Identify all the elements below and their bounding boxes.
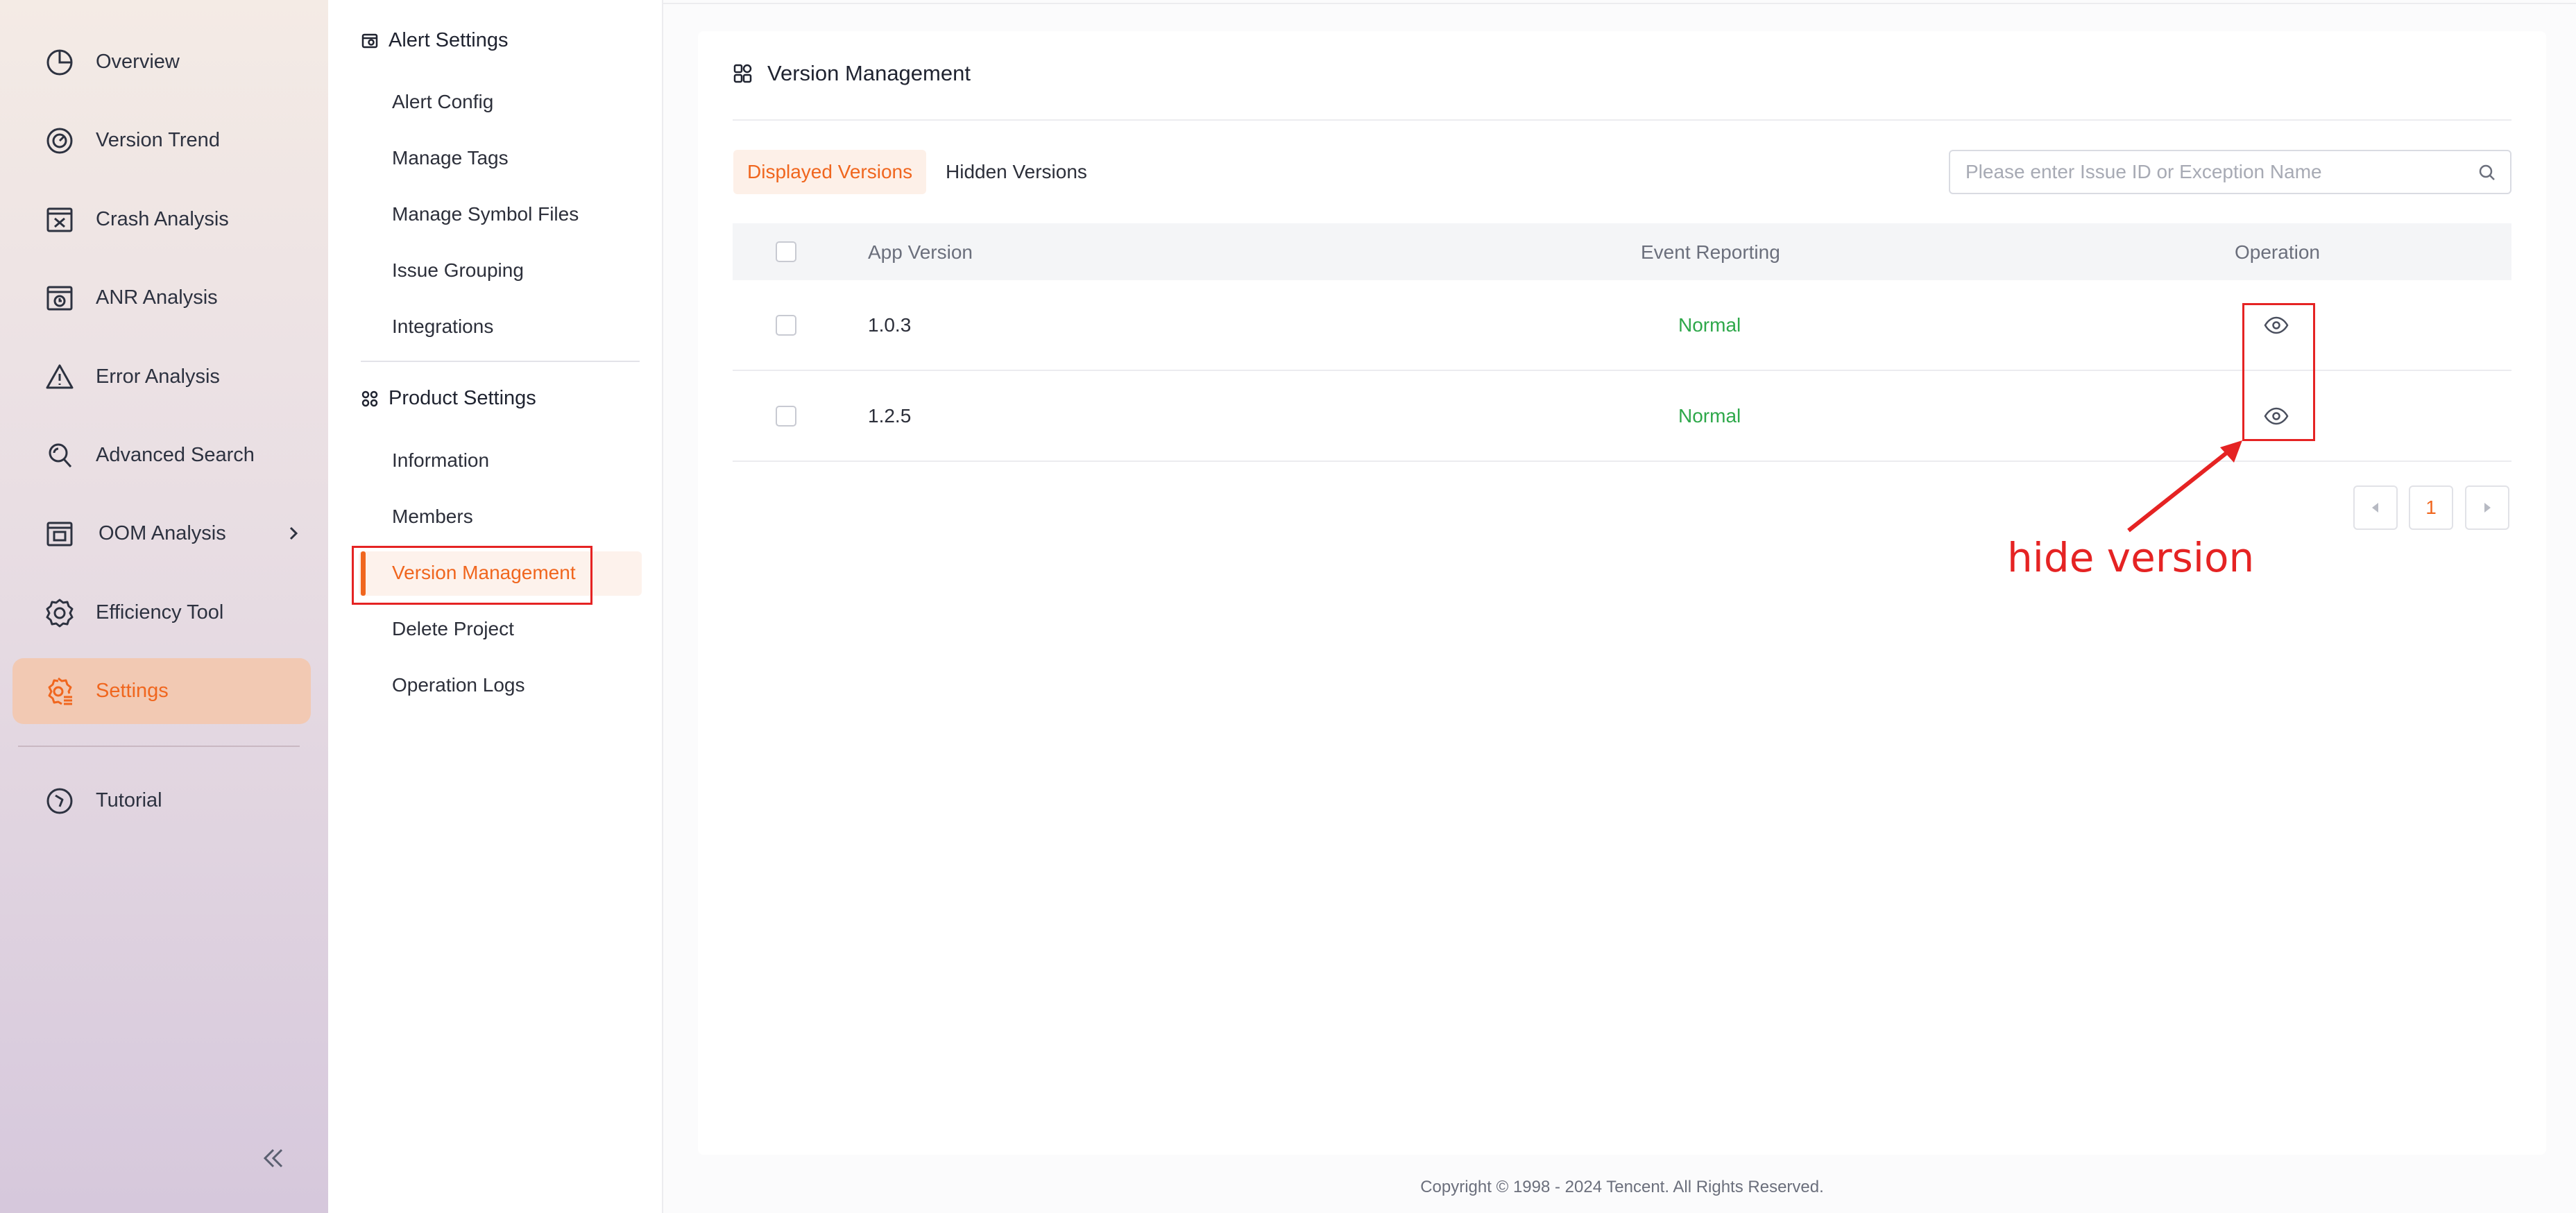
memory-window-icon xyxy=(43,517,76,551)
pagination-next-button[interactable] xyxy=(2465,485,2509,530)
pagination-prev-button[interactable] xyxy=(2353,485,2398,530)
submenu-section-title: Product Settings xyxy=(389,387,536,409)
annotation-label: hide version xyxy=(2007,534,2255,581)
column-header-app-version: App Version xyxy=(868,241,973,263)
product-settings-icon xyxy=(361,390,378,406)
submenu-item-manage-tags[interactable]: Manage Tags xyxy=(392,147,509,169)
settings-submenu xyxy=(328,0,663,1213)
caret-right-icon xyxy=(2484,503,2491,513)
caret-left-icon xyxy=(2372,503,2378,513)
nav-item-overview[interactable]: Overview xyxy=(12,29,311,95)
submenu-section-product: Product Settings xyxy=(361,387,536,410)
select-all-checkbox[interactable] xyxy=(776,241,796,262)
pagination-page-current[interactable]: 1 xyxy=(2409,485,2453,530)
crash-window-icon xyxy=(43,203,76,236)
status-badge: Normal xyxy=(1678,314,1741,336)
nav-item-label: Version Trend xyxy=(96,129,220,151)
nav-item-error-analysis[interactable]: Error Analysis xyxy=(12,344,311,410)
submenu-item-issue-grouping[interactable]: Issue Grouping xyxy=(392,259,524,282)
nav-item-version-trend[interactable]: Version Trend xyxy=(12,107,311,173)
submenu-item-information[interactable]: Information xyxy=(392,449,489,472)
app-version-cell: 1.2.5 xyxy=(868,405,912,427)
title-divider xyxy=(733,119,2511,121)
anr-window-icon xyxy=(43,282,76,315)
nav-item-label: Crash Analysis xyxy=(96,208,229,230)
nav-item-label: Error Analysis xyxy=(96,365,220,388)
nav-divider xyxy=(18,746,300,747)
search-magnifier-icon xyxy=(43,439,76,472)
submenu-item-alert-config[interactable]: Alert Config xyxy=(392,91,493,113)
content-card xyxy=(698,31,2546,1155)
tab-displayed-versions[interactable]: Displayed Versions xyxy=(733,150,927,194)
gauge-icon xyxy=(43,124,76,157)
table-header: App Version Event Reporting Operation xyxy=(733,223,2511,280)
settings-gear-icon xyxy=(43,675,76,708)
nav-item-label: Settings xyxy=(96,680,169,702)
submenu-item-integrations[interactable]: Integrations xyxy=(392,316,493,338)
nav-item-label: OOM Analysis xyxy=(99,522,226,544)
submenu-section-title: Alert Settings xyxy=(389,29,509,51)
gear-icon xyxy=(43,596,76,630)
search-box xyxy=(1949,150,2511,194)
nav-item-advanced-search[interactable]: Advanced Search xyxy=(12,422,311,488)
nav-item-anr-analysis[interactable]: ANR Analysis xyxy=(12,265,311,331)
search-icon[interactable] xyxy=(2477,162,2498,183)
nav-item-settings[interactable]: Settings xyxy=(12,658,311,724)
app-version-cell: 1.0.3 xyxy=(868,314,912,336)
submenu-section-alert: Alert Settings xyxy=(361,29,508,52)
version-management-icon xyxy=(733,64,752,83)
nav-item-efficiency-tool[interactable]: Efficiency Tool xyxy=(12,580,311,646)
warning-triangle-icon xyxy=(43,361,76,394)
page-title: Version Management xyxy=(733,61,971,86)
nav-item-label: Overview xyxy=(96,51,180,73)
annotation-highlight-box xyxy=(352,546,592,605)
left-navigation: Overview Version Trend Crash Analysis AN… xyxy=(0,0,328,1213)
page-title-text: Version Management xyxy=(767,61,971,85)
tab-hidden-versions[interactable]: Hidden Versions xyxy=(932,150,1101,194)
nav-item-oom-analysis[interactable]: OOM Analysis xyxy=(12,501,311,567)
row-checkbox[interactable] xyxy=(776,315,796,336)
column-header-operation: Operation xyxy=(2235,241,2320,263)
nav-item-label: Advanced Search xyxy=(96,444,255,466)
footer-copyright: Copyright © 1998 - 2024 Tencent. All Rig… xyxy=(1420,1178,1824,1196)
nav-item-label: Tutorial xyxy=(96,789,162,811)
collapse-double-chevron-icon[interactable] xyxy=(257,1142,290,1175)
row-checkbox[interactable] xyxy=(776,406,796,427)
annotation-highlight-box xyxy=(2242,303,2315,441)
submenu-divider xyxy=(361,361,640,362)
top-border xyxy=(663,3,2576,4)
status-badge: Normal xyxy=(1678,405,1741,427)
submenu-item-delete-project[interactable]: Delete Project xyxy=(392,618,514,640)
compass-icon xyxy=(43,784,76,818)
nav-item-label: Efficiency Tool xyxy=(96,601,224,623)
column-header-event-reporting: Event Reporting xyxy=(1641,241,1780,263)
nav-item-crash-analysis[interactable]: Crash Analysis xyxy=(12,187,311,252)
annotation-arrow xyxy=(2127,440,2242,533)
submenu-item-members[interactable]: Members xyxy=(392,506,473,528)
chevron-right-icon xyxy=(283,523,304,544)
pie-chart-icon xyxy=(43,46,76,79)
search-input[interactable] xyxy=(1952,153,2465,191)
alert-settings-icon xyxy=(361,33,378,48)
nav-item-tutorial[interactable]: Tutorial xyxy=(12,768,311,834)
submenu-item-operation-logs[interactable]: Operation Logs xyxy=(392,674,524,696)
submenu-item-manage-symbol-files[interactable]: Manage Symbol Files xyxy=(392,203,579,225)
nav-item-label: ANR Analysis xyxy=(96,286,218,309)
